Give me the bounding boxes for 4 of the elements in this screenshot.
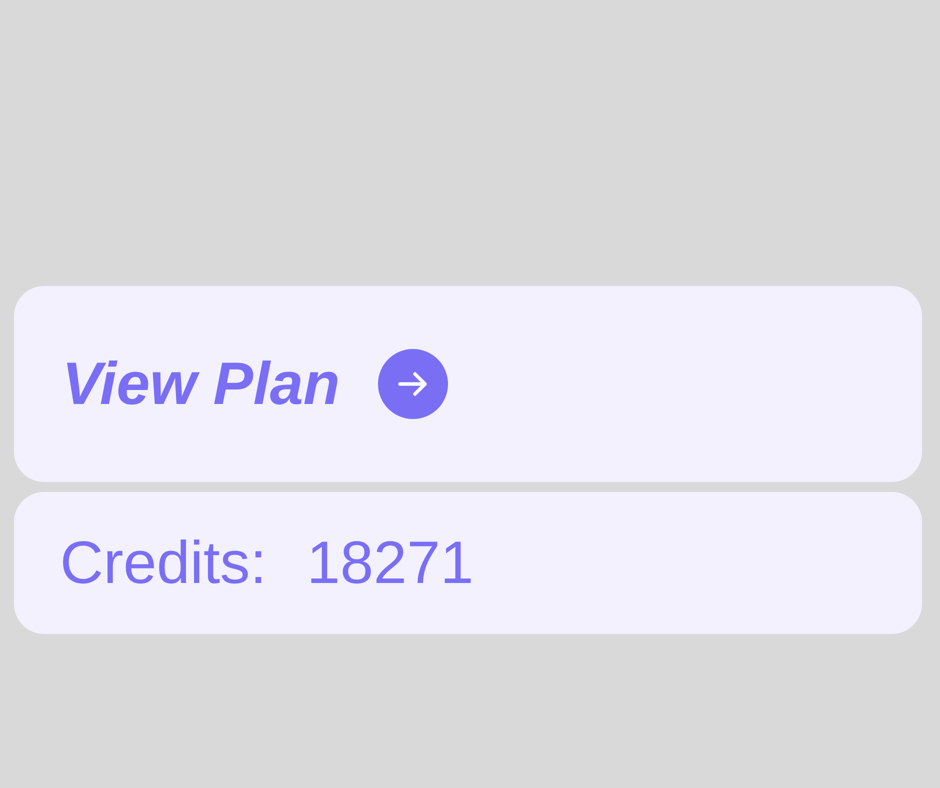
credits-value: 18271 <box>306 533 474 593</box>
credits-label: Credits: <box>60 533 267 593</box>
view-plan-button[interactable]: View Plan <box>14 286 922 482</box>
arrow-right-icon <box>378 349 448 419</box>
